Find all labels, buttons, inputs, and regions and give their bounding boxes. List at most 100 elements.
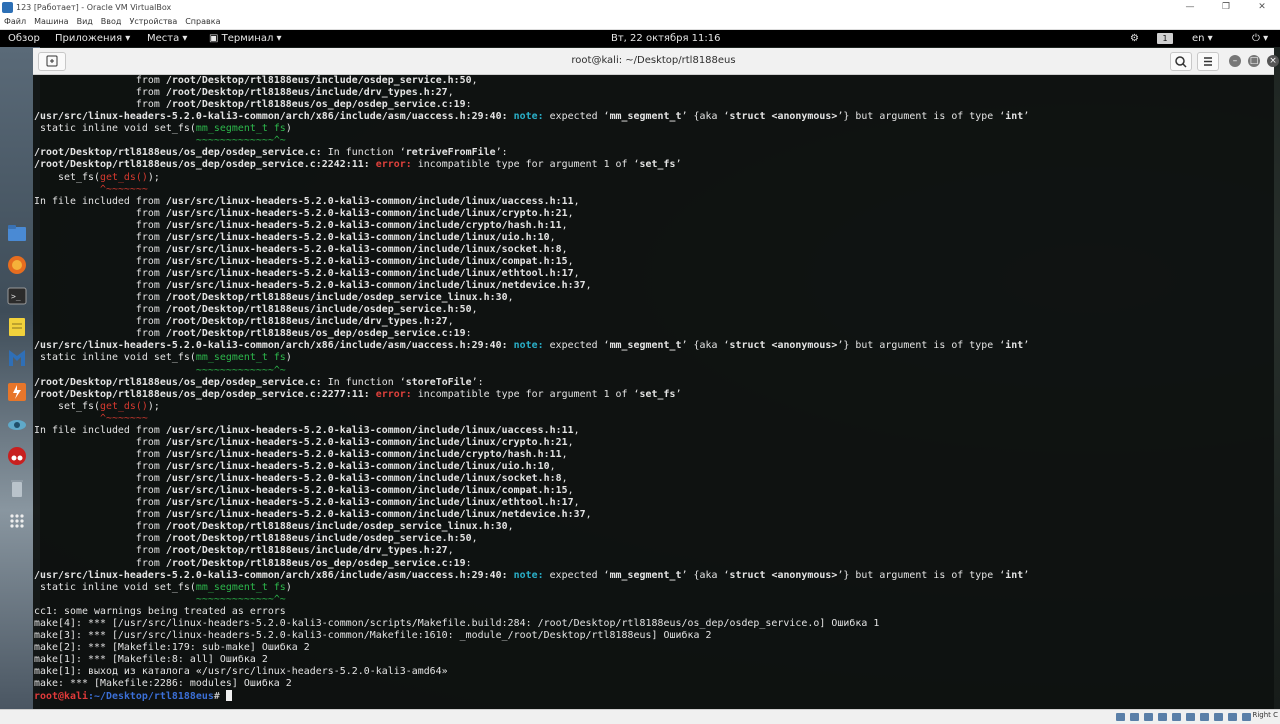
terminal-line: set_fs(get_ds()); bbox=[34, 400, 160, 412]
terminal-line: make: *** [Makefile:2286: modules] Ошибк… bbox=[34, 678, 292, 690]
terminal-line: from /usr/src/linux-headers-5.2.0-kali3-… bbox=[34, 436, 574, 448]
window-maximize-icon[interactable]: □ bbox=[1248, 55, 1260, 67]
shared-folders-status-icon[interactable] bbox=[1186, 713, 1195, 721]
search-button[interactable] bbox=[1170, 52, 1192, 71]
burpsuite-icon[interactable] bbox=[6, 381, 28, 403]
terminal-line: from /usr/src/linux-headers-5.2.0-kali3-… bbox=[34, 231, 556, 243]
maximize-icon[interactable]: ❐ bbox=[1208, 0, 1244, 15]
terminal-line: from /usr/src/linux-headers-5.2.0-kali3-… bbox=[34, 268, 580, 279]
menu-file[interactable]: Файл bbox=[0, 15, 30, 29]
close-icon[interactable]: ✕ bbox=[1244, 0, 1280, 15]
menu-devices[interactable]: Устройства bbox=[125, 15, 181, 29]
terminal-line: In file included from /usr/src/linux-hea… bbox=[34, 195, 580, 207]
terminal-line: from /root/Desktop/rtl8188eus/include/dr… bbox=[34, 316, 454, 328]
terminal-line: ~~~~~~~~~~~~~^~ bbox=[195, 135, 286, 147]
firefox-icon[interactable] bbox=[6, 254, 28, 276]
terminal-line: from /root/Desktop/rtl8188eus/include/os… bbox=[34, 75, 478, 86]
files-icon[interactable] bbox=[6, 223, 28, 245]
search-icon bbox=[1175, 56, 1187, 68]
terminal-line: from /usr/src/linux-headers-5.2.0-kali3-… bbox=[34, 243, 568, 255]
minimize-icon[interactable]: — bbox=[1172, 0, 1208, 15]
activities-button[interactable]: Обзор bbox=[8, 30, 40, 47]
usb-status-icon[interactable] bbox=[1172, 713, 1181, 721]
clock[interactable]: Вт, 22 октября 11:16 bbox=[611, 30, 720, 47]
zenmap-icon[interactable] bbox=[6, 414, 28, 436]
hamburger-icon bbox=[1204, 57, 1212, 66]
power-menu[interactable]: ⏻ ▾ bbox=[1252, 30, 1268, 47]
terminal-line: from /usr/src/linux-headers-5.2.0-kali3-… bbox=[34, 255, 574, 267]
hdd-status-icon[interactable] bbox=[1116, 713, 1125, 721]
terminal-line: ~~~~~~~~~~~~~^~ bbox=[195, 364, 286, 376]
terminal-line: from /usr/src/linux-headers-5.2.0-kali3-… bbox=[34, 219, 568, 231]
keyboard-layout[interactable]: en ▾ bbox=[1192, 30, 1213, 47]
display-status-icon[interactable] bbox=[1200, 713, 1209, 721]
terminal-title: root@kali: ~/Desktop/rtl8188eus bbox=[571, 55, 736, 66]
virtualbox-statusbar: Right C bbox=[0, 709, 1280, 724]
menu-button[interactable] bbox=[1197, 52, 1219, 71]
prompt-path: :~/Desktop/rtl8188eus bbox=[87, 690, 214, 702]
recording-status-icon[interactable] bbox=[1214, 713, 1223, 721]
prompt-user: root@kali bbox=[34, 690, 88, 702]
terminal-line: make[4]: *** [/usr/src/linux-headers-5.2… bbox=[34, 617, 880, 629]
tweaks-icon[interactable]: ⚙ bbox=[1130, 30, 1139, 47]
workspace-number: 1 bbox=[1157, 32, 1173, 44]
audio-status-icon[interactable] bbox=[1144, 713, 1153, 721]
menu-view[interactable]: Вид bbox=[73, 15, 97, 29]
prompt-symbol: # bbox=[213, 690, 226, 702]
terminal-line: from /root/Desktop/rtl8188eus/include/dr… bbox=[34, 545, 454, 557]
shell-prompt[interactable]: root@kali:~/Desktop/rtl8188eus# bbox=[34, 690, 232, 702]
terminal-line: /root/Desktop/rtl8188eus/os_dep/osdep_se… bbox=[34, 376, 484, 388]
gnome-top-bar: Обзор Приложения ▾ Места ▾ ▣ Терминал ▾ … bbox=[0, 30, 1280, 47]
cpu-status-icon[interactable] bbox=[1228, 713, 1237, 721]
network-status-icon[interactable] bbox=[1158, 713, 1167, 721]
trash-icon[interactable] bbox=[6, 477, 28, 499]
terminal-line: cc1: some warnings being treated as erro… bbox=[34, 605, 286, 617]
optical-status-icon[interactable] bbox=[1130, 713, 1139, 721]
places-menu[interactable]: Места ▾ bbox=[147, 30, 187, 47]
terminal-line: ^~~~~~~~ bbox=[99, 183, 148, 195]
menu-help[interactable]: Справка bbox=[181, 15, 224, 29]
dock: >_ bbox=[2, 218, 32, 538]
virtualbox-icon bbox=[2, 2, 13, 13]
cherrytree-icon[interactable] bbox=[6, 445, 28, 467]
window-minimize-icon[interactable]: – bbox=[1229, 55, 1241, 67]
terminal-small-icon: ▣ bbox=[209, 33, 222, 44]
text-cursor bbox=[225, 690, 232, 702]
terminal-app-label: Терминал ▾ bbox=[221, 33, 282, 44]
terminal-line: static inline void set_fs(mm_segment_t f… bbox=[34, 581, 292, 593]
terminal-line: from /usr/src/linux-headers-5.2.0-kali3-… bbox=[34, 497, 580, 509]
virtualbox-title: 123 [Работает] - Oracle VM VirtualBox bbox=[16, 3, 172, 12]
terminal-line: make[1]: выход из каталога «/usr/src/lin… bbox=[34, 666, 448, 678]
terminal-line: make[1]: *** [Makefile:8: all] Ошибка 2 bbox=[34, 654, 268, 665]
workspace-indicator[interactable]: 1 bbox=[1157, 30, 1173, 47]
terminal-line: /usr/src/linux-headers-5.2.0-kali3-commo… bbox=[34, 111, 1030, 123]
menu-input[interactable]: Ввод bbox=[97, 15, 126, 29]
terminal-window[interactable]: root@kali: ~/Desktop/rtl8188eus – □ × fr… bbox=[33, 48, 1279, 709]
host-key-label: Right C bbox=[1252, 711, 1278, 719]
terminal-text: from /root/Desktop/rtl8188eus/include/os… bbox=[34, 75, 1273, 703]
terminal-line: from /usr/src/linux-headers-5.2.0-kali3-… bbox=[34, 509, 592, 521]
terminal-line: from /root/Desktop/rtl8188eus/os_dep/osd… bbox=[34, 557, 472, 569]
terminal-line: ~~~~~~~~~~~~~^~ bbox=[195, 593, 286, 605]
window-close-icon[interactable]: × bbox=[1267, 55, 1279, 67]
terminal-line: In file included from /usr/src/linux-hea… bbox=[34, 424, 580, 436]
app-grid-icon[interactable] bbox=[6, 510, 28, 532]
menu-machine[interactable]: Машина bbox=[30, 15, 72, 29]
terminal-line: from /usr/src/linux-headers-5.2.0-kali3-… bbox=[34, 207, 574, 219]
terminal-line: from /root/Desktop/rtl8188eus/include/dr… bbox=[34, 87, 454, 99]
virtualbox-titlebar: 123 [Работает] - Oracle VM VirtualBox — … bbox=[0, 0, 1280, 15]
mouse-integration-icon[interactable] bbox=[1242, 713, 1251, 721]
terminal-line: ^~~~~~~~ bbox=[99, 412, 148, 424]
terminal-line: from /root/Desktop/rtl8188eus/include/os… bbox=[34, 521, 514, 533]
applications-menu[interactable]: Приложения ▾ bbox=[55, 30, 130, 47]
terminal-line: from /root/Desktop/rtl8188eus/os_dep/osd… bbox=[34, 99, 472, 111]
terminal-line: /root/Desktop/rtl8188eus/os_dep/osdep_se… bbox=[34, 388, 682, 400]
terminal-app-menu[interactable]: ▣ Терминал ▾ bbox=[209, 30, 282, 47]
terminal-icon[interactable]: >_ bbox=[6, 285, 28, 307]
terminal-line: from /root/Desktop/rtl8188eus/include/os… bbox=[34, 533, 478, 545]
notes-icon[interactable] bbox=[6, 316, 28, 338]
terminal-line: static inline void set_fs(mm_segment_t f… bbox=[34, 123, 292, 135]
terminal-output[interactable]: from /root/Desktop/rtl8188eus/include/os… bbox=[34, 75, 1273, 709]
terminal-line: /root/Desktop/rtl8188eus/os_dep/osdep_se… bbox=[34, 159, 682, 171]
metasploit-icon[interactable] bbox=[6, 347, 28, 369]
